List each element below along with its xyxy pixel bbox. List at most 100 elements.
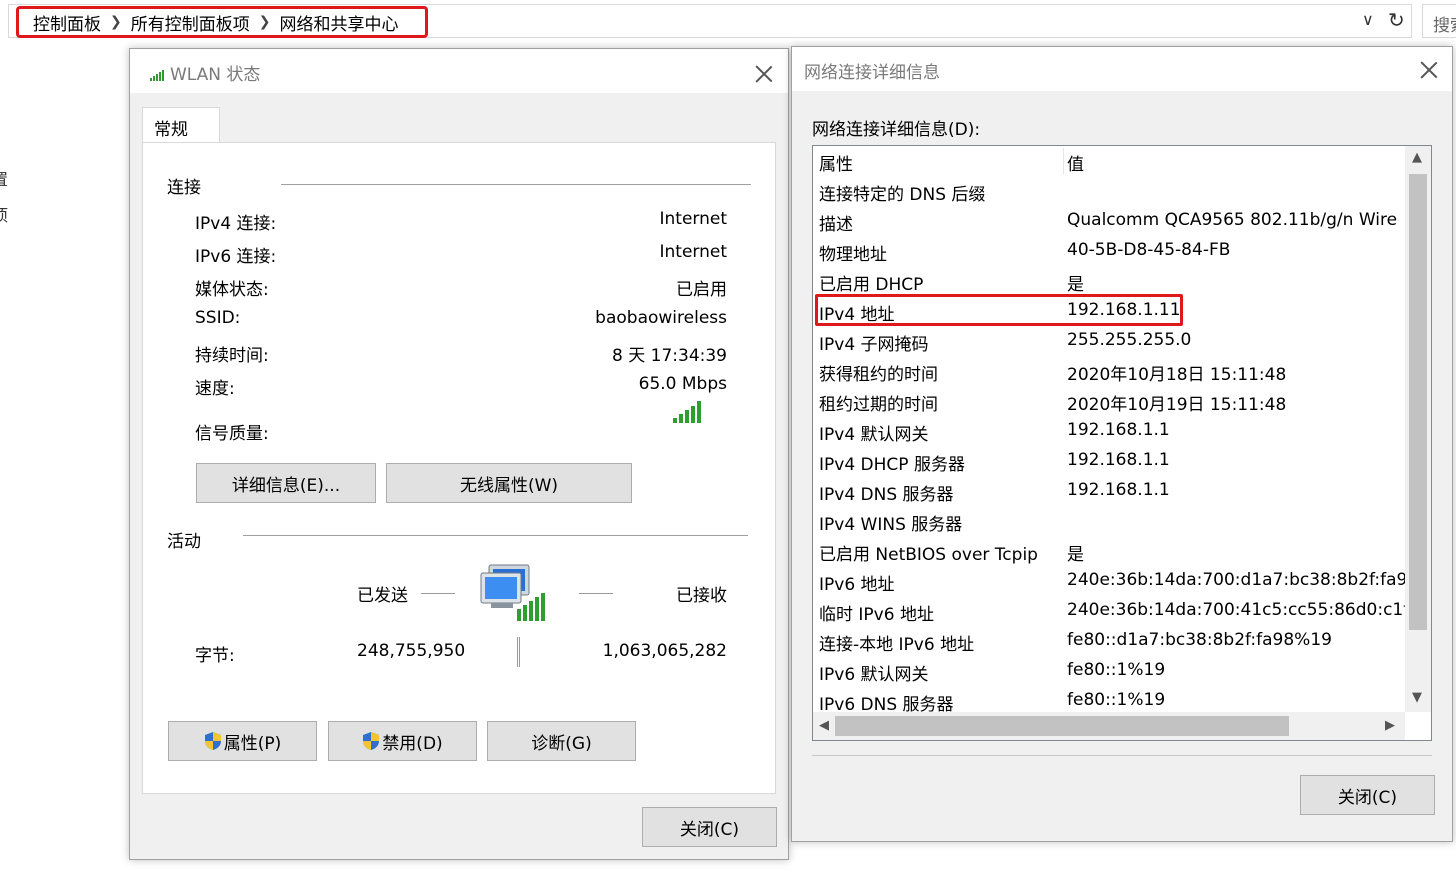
close-button[interactable]: 关闭(C) xyxy=(642,807,777,847)
list-row[interactable]: 物理地址 40-5B-D8-45-84-FB xyxy=(819,236,1419,266)
row-value: 240e:36b:14da:700:41c5:cc55:86d0:c1f8 xyxy=(1067,600,1421,620)
search-input[interactable]: 搜索 xyxy=(1422,4,1456,38)
close-icon[interactable] xyxy=(1420,61,1438,79)
vertical-scrollbar[interactable]: ▲ ▼ xyxy=(1405,146,1431,712)
row-property: IPv4 默认网关 xyxy=(819,425,929,445)
tab-general[interactable]: 常规 xyxy=(142,107,220,143)
list-row[interactable]: IPv6 地址 240e:36b:14da:700:d1a7:bc38:8b2f:… xyxy=(819,566,1419,596)
ssid-value: baobaowireless xyxy=(595,308,727,328)
list-row[interactable]: IPv6 默认网关 fe80::1%19 xyxy=(819,656,1419,686)
row-value: 192.168.1.1 xyxy=(1067,480,1170,500)
list-row[interactable]: 已启用 DHCP 是 xyxy=(819,266,1419,296)
received-line xyxy=(579,593,613,594)
scrollbar-thumb[interactable] xyxy=(1409,174,1427,630)
row-property: 已启用 NetBIOS over Tcpip xyxy=(819,545,1038,565)
diagnose-button[interactable]: 诊断(G) xyxy=(487,721,636,761)
horizontal-scrollbar[interactable]: ◀ ▶ xyxy=(813,712,1405,740)
network-computers-icon xyxy=(480,564,545,621)
row-value: 40-5B-D8-45-84-FB xyxy=(1067,240,1231,260)
breadcrumb-separator-icon[interactable]: ❯ xyxy=(259,14,271,30)
disable-button[interactable]: 禁用(D) xyxy=(328,721,477,761)
header-value[interactable]: 值 xyxy=(1067,150,1084,175)
shield-icon xyxy=(204,732,221,750)
row-property: 描述 xyxy=(819,215,853,235)
list-row[interactable]: 连接特定的 DNS 后缀 xyxy=(819,176,1419,206)
ipv4-connectivity-label: IPv4 连接: xyxy=(195,214,277,234)
refresh-icon[interactable]: ↻ xyxy=(1388,8,1405,32)
address-bar: 控制面板 ❯ 所有控制面板项 ❯ 网络和共享中心 ∨ ↻ 搜索 xyxy=(0,0,1456,44)
close-button-label: 关闭(C) xyxy=(1337,787,1398,808)
activity-section-label: 活动 xyxy=(167,532,201,552)
row-property: 连接-本地 IPv6 地址 xyxy=(819,635,975,655)
close-icon[interactable] xyxy=(755,65,773,83)
column-separator[interactable] xyxy=(1063,148,1064,174)
list-row[interactable]: IPv4 DHCP 服务器 192.168.1.1 xyxy=(819,446,1419,476)
row-value: 是 xyxy=(1067,275,1084,295)
list-row[interactable]: IPv4 子网掩码 255.255.255.0 xyxy=(819,326,1419,356)
list-row[interactable]: 描述 Qualcomm QCA9565 802.11b/g/n Wire xyxy=(819,206,1419,236)
sent-label: 已发送 xyxy=(357,586,408,606)
scroll-up-icon[interactable]: ▲ xyxy=(1412,150,1422,165)
breadcrumb-item-network-center[interactable]: 网络和共享中心 xyxy=(279,10,398,35)
wireless-properties-label: 无线属性(W) xyxy=(459,475,559,496)
scrollbar-thumb[interactable] xyxy=(835,716,1289,736)
diagnose-button-label: 诊断(G) xyxy=(531,733,592,754)
row-property: IPv4 DNS 服务器 xyxy=(819,485,954,505)
breadcrumb-item-all-items[interactable]: 所有控制面板项 xyxy=(131,10,250,35)
activity-divider xyxy=(517,637,520,667)
background-text: 项 xyxy=(0,206,9,225)
breadcrumb-separator-icon[interactable]: ❯ xyxy=(110,14,122,30)
list-row[interactable]: 已启用 NetBIOS over Tcpip 是 xyxy=(819,536,1419,566)
close-button[interactable]: 关闭(C) xyxy=(1300,775,1435,815)
duration-value: 8 天 17:34:39 xyxy=(612,346,727,366)
breadcrumb: 控制面板 ❯ 所有控制面板项 ❯ 网络和共享中心 xyxy=(16,6,428,38)
row-value: 255.255.255.0 xyxy=(1067,330,1192,350)
bytes-label: 字节: xyxy=(195,646,235,666)
chevron-down-icon[interactable]: ∨ xyxy=(1362,10,1374,29)
disable-button-label: 禁用(D) xyxy=(382,733,443,754)
dialog-title: 网络连接详细信息 xyxy=(804,63,940,83)
row-value: 2020年10月18日 15:11:48 xyxy=(1067,365,1287,385)
tab-label: 常规 xyxy=(154,120,188,140)
details-button-label: 详细信息(E)... xyxy=(231,475,341,496)
search-placeholder: 搜索 xyxy=(1433,16,1456,36)
tab-panel: 连接 IPv4 连接: Internet IPv6 连接: Internet 媒… xyxy=(142,142,776,794)
background-text: 置 xyxy=(0,170,9,189)
row-value: Qualcomm QCA9565 802.11b/g/n Wire xyxy=(1067,210,1398,230)
row-property: 连接特定的 DNS 后缀 xyxy=(819,185,986,205)
row-value: 240e:36b:14da:700:d1a7:bc38:8b2f:fa98 xyxy=(1067,570,1419,590)
details-list[interactable]: 属性 值 连接特定的 DNS 后缀 描述 Qualcomm QCA9565 802… xyxy=(812,145,1432,741)
ipv4-highlight-box xyxy=(815,294,1183,326)
row-value: 2020年10月19日 15:11:48 xyxy=(1067,395,1287,415)
list-row[interactable]: IPv4 默认网关 192.168.1.1 xyxy=(819,416,1419,446)
properties-button-label: 属性(P) xyxy=(223,733,282,754)
connection-section-label: 连接 xyxy=(167,178,201,198)
scroll-down-icon[interactable]: ▼ xyxy=(1412,690,1422,705)
row-property: 获得租约的时间 xyxy=(819,365,938,385)
list-row[interactable]: 连接-本地 IPv6 地址 fe80::d1a7:bc38:8b2f:fa98%1… xyxy=(819,626,1419,656)
row-value: fe80::d1a7:bc38:8b2f:fa98%19 xyxy=(1067,630,1332,650)
list-row[interactable]: IPv4 DNS 服务器 192.168.1.1 xyxy=(819,476,1419,506)
list-row[interactable]: 获得租约的时间 2020年10月18日 15:11:48 xyxy=(819,356,1419,386)
signal-bars-icon xyxy=(150,70,164,81)
row-value: fe80::1%19 xyxy=(1067,660,1166,680)
list-row[interactable]: IPv4 WINS 服务器 xyxy=(819,506,1419,536)
row-property: 物理地址 xyxy=(819,245,887,265)
row-value: 192.168.1.1 xyxy=(1067,450,1170,470)
scroll-left-icon[interactable]: ◀ xyxy=(819,718,829,733)
shield-icon xyxy=(363,732,380,750)
row-property: 已启用 DHCP xyxy=(819,275,924,295)
list-row[interactable]: 租约过期的时间 2020年10月19日 15:11:48 xyxy=(819,386,1419,416)
breadcrumb-item-control-panel[interactable]: 控制面板 xyxy=(33,10,101,35)
row-property: IPv4 WINS 服务器 xyxy=(819,515,963,535)
properties-button[interactable]: 属性(P) xyxy=(168,721,317,761)
wireless-properties-button[interactable]: 无线属性(W) xyxy=(386,463,632,503)
row-property: IPv4 DHCP 服务器 xyxy=(819,455,965,475)
speed-label: 速度: xyxy=(195,379,235,399)
network-details-dialog: 网络连接详细信息 网络连接详细信息(D): 属性 值 连接特定的 DNS 后缀 … xyxy=(791,46,1453,842)
list-row[interactable]: 临时 IPv6 地址 240e:36b:14da:700:41c5:cc55:86… xyxy=(819,596,1421,626)
scroll-right-icon[interactable]: ▶ xyxy=(1385,718,1395,733)
header-property[interactable]: 属性 xyxy=(819,150,853,175)
details-button[interactable]: 详细信息(E)... xyxy=(196,463,376,503)
ssid-label: SSID: xyxy=(195,308,241,328)
